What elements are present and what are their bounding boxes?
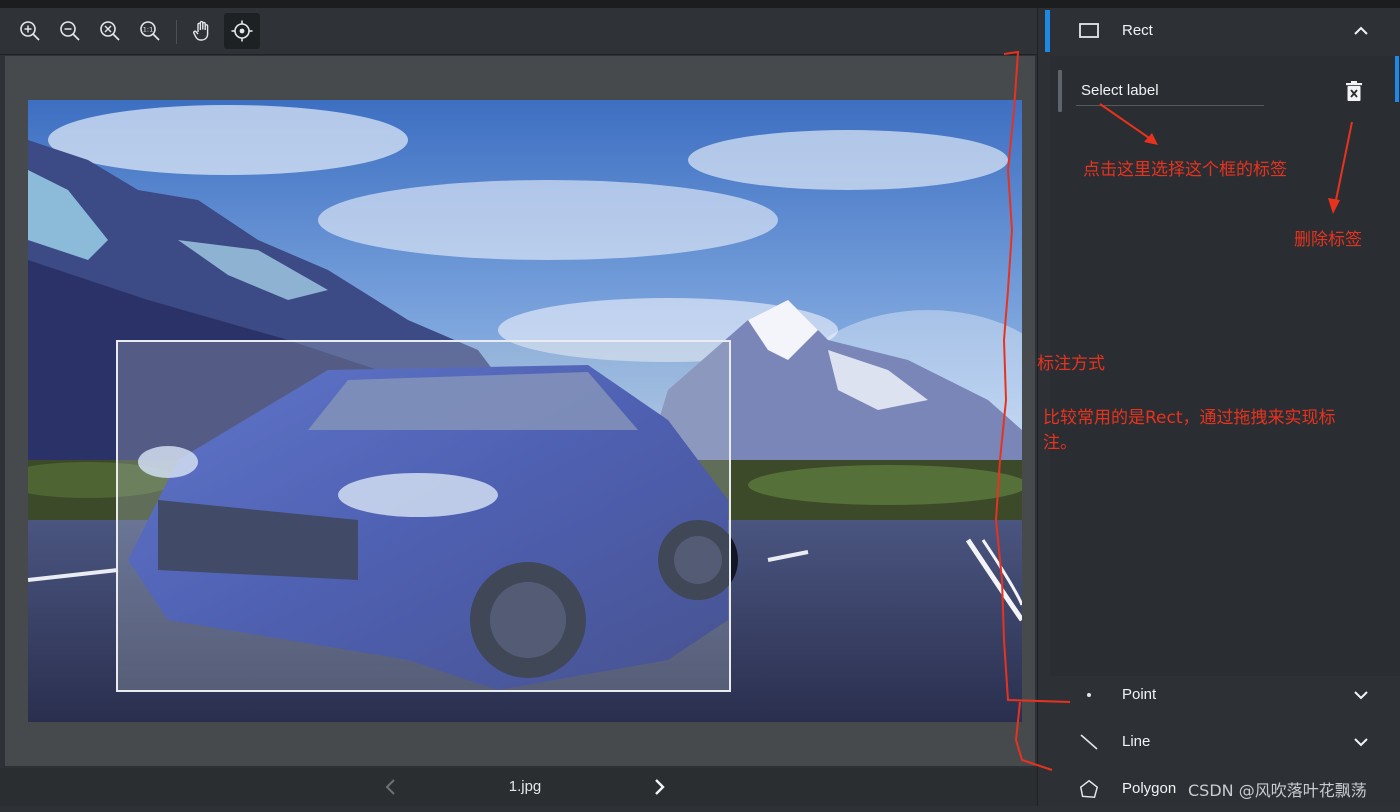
section-point-header[interactable]: Point — [1050, 672, 1400, 718]
chevron-down-icon[interactable] — [1350, 731, 1372, 753]
label-color-marker — [1058, 70, 1062, 112]
editor-toolbar: 1:1 — [0, 8, 1037, 55]
select-crosshair-button[interactable] — [224, 13, 260, 49]
next-image-button[interactable] — [648, 776, 670, 798]
pan-button[interactable] — [184, 13, 220, 49]
rect-annotation-box[interactable] — [116, 340, 731, 692]
zoom-in-icon — [20, 21, 40, 41]
image-navigation-bar: 1.jpg — [0, 768, 1037, 806]
trash-icon — [1346, 81, 1362, 101]
section-rect-header[interactable]: Rect — [1050, 8, 1400, 54]
annotation-method-desc-line2: 注。 — [1043, 433, 1077, 453]
zoom-actual-size-icon: 1:1 — [140, 21, 160, 41]
line-icon — [1078, 731, 1100, 753]
chevron-right-icon — [655, 779, 665, 795]
zoom-actual-size-glyph: 1:1 — [143, 26, 153, 34]
section-line-header[interactable]: Line — [1050, 719, 1400, 765]
section-polygon-title: Polygon — [1122, 780, 1177, 797]
zoom-in-button[interactable] — [12, 13, 48, 49]
chevron-left-icon — [385, 779, 395, 795]
annotation-delete-label-hint: 删除标签 — [1294, 230, 1362, 250]
point-icon — [1078, 684, 1100, 706]
chevron-down-icon[interactable] — [1350, 684, 1372, 706]
annotation-select-label-hint: 点击这里选择这个框的标签 — [1083, 160, 1287, 180]
label-select-dropdown[interactable]: Select label — [1076, 78, 1264, 106]
zoom-fit-icon — [100, 21, 120, 41]
polygon-icon — [1078, 778, 1100, 800]
window-top-strip — [0, 0, 1400, 8]
crosshair-icon — [231, 20, 253, 42]
zoom-out-button[interactable] — [52, 13, 88, 49]
zoom-actual-size-button[interactable]: 1:1 — [132, 13, 168, 49]
section-rect-title: Rect — [1122, 22, 1153, 39]
section-point-title: Point — [1122, 686, 1157, 703]
toolbar-divider — [176, 20, 177, 44]
panel-scrollbar[interactable] — [1395, 56, 1399, 102]
previous-image-button[interactable] — [380, 776, 402, 798]
annotation-method-desc-line1: 比较常用的是Rect，通过拖拽来实现标 — [1043, 408, 1336, 428]
rectangle-icon — [1078, 20, 1100, 42]
chevron-up-icon[interactable] — [1350, 20, 1372, 42]
delete-label-button[interactable] — [1342, 78, 1366, 104]
zoom-out-icon — [60, 21, 80, 41]
zoom-fit-button[interactable] — [92, 13, 128, 49]
section-line-title: Line — [1122, 733, 1151, 750]
pan-hand-icon — [193, 20, 209, 41]
csdn-watermark: CSDN @风吹落叶花飘荡 — [1188, 781, 1367, 800]
current-filename: 1.jpg — [508, 778, 542, 795]
annotation-method-title: 标注方式 — [1037, 354, 1105, 374]
